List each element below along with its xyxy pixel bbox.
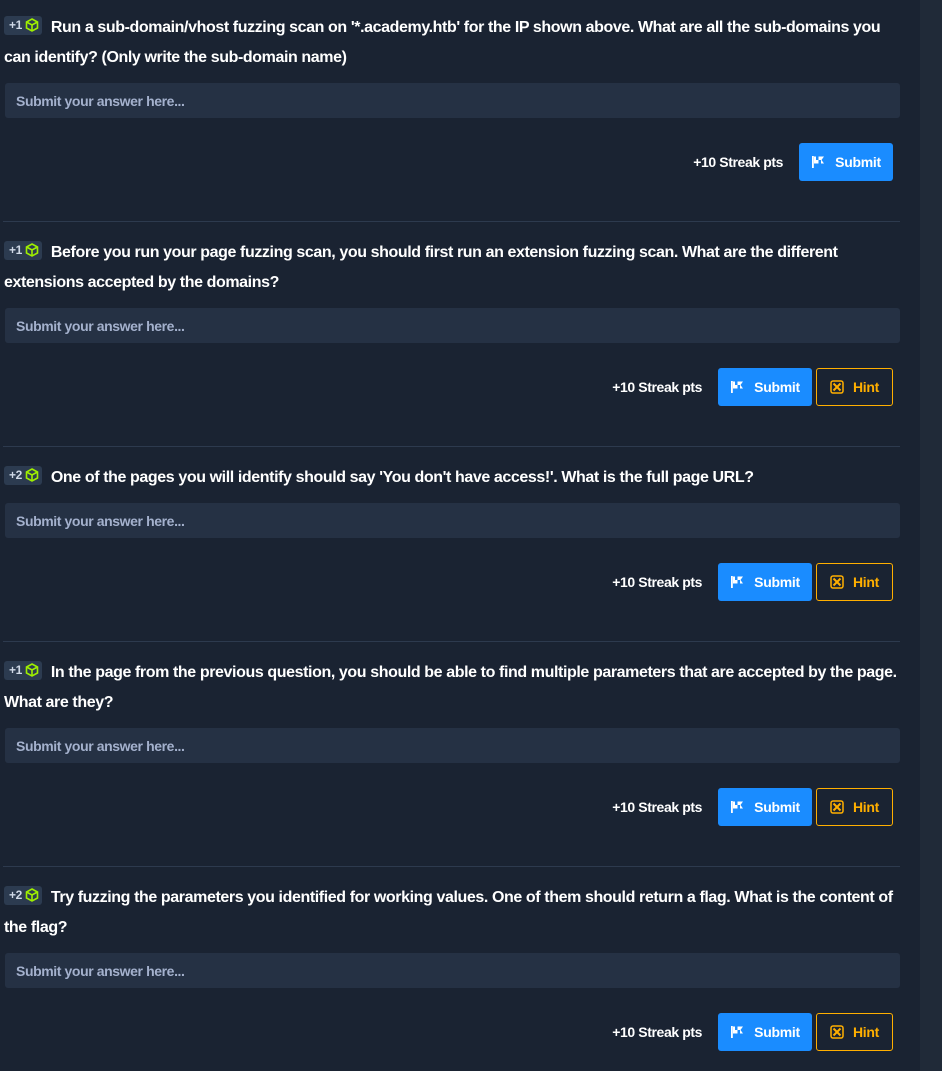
answer-input[interactable] [5,83,900,118]
cube-icon [25,468,39,483]
answer-actions: +10 Streak pts Submit Hint [612,788,893,826]
points-badge: +2 [4,886,42,906]
cube-icon [25,18,39,33]
question-label: One of the pages you will identify shoul… [50,469,754,486]
flag-icon [731,1026,744,1038]
answer-input[interactable] [5,503,900,538]
streak-points: +10 Streak pts [612,574,702,590]
question-text: +1 Run a sub-domain/vhost fuzzing scan on… [4,13,900,73]
streak-points: +10 Streak pts [612,1024,702,1040]
submit-button[interactable]: Submit [718,1013,812,1051]
cube-icon [25,663,39,678]
question-divider [3,221,900,222]
hint-button[interactable]: Hint [816,788,893,826]
answer-input[interactable] [5,308,900,343]
question-label: Before you run your page fuzzing scan, y… [4,244,838,291]
hint-icon [830,800,844,814]
points-badge: +2 [4,466,42,486]
hint-icon [830,575,844,589]
answer-actions: +10 Streak pts Submit Hint [612,1013,893,1051]
answer-actions: +10 Streak pts Submit [693,143,893,181]
answer-input[interactable] [5,953,900,988]
question-label: Try fuzzing the parameters you identifie… [4,889,893,936]
question-text: +1 Before you run your page fuzzing scan,… [4,238,900,298]
answer-actions: +10 Streak pts Submit Hint [612,563,893,601]
flag-icon [731,801,744,813]
answer-actions: +10 Streak pts Submit Hint [612,368,893,406]
hint-button[interactable]: Hint [816,368,893,406]
submit-button[interactable]: Submit [718,788,812,826]
hint-button[interactable]: Hint [816,563,893,601]
question-divider [3,446,900,447]
question-label: Run a sub-domain/vhost fuzzing scan on '… [4,19,881,66]
questions-panel: +1 Run a sub-domain/vhost fuzzing scan on… [0,0,920,1071]
points-badge: +1 [4,661,42,681]
streak-points: +10 Streak pts [612,799,702,815]
hint-icon [830,1025,844,1039]
scrollbar[interactable] [920,0,942,1071]
cube-icon [25,243,39,258]
cube-icon [25,888,39,903]
flag-icon [812,156,825,168]
submit-button[interactable]: Submit [718,563,812,601]
answer-input[interactable] [5,728,900,763]
submit-button[interactable]: Submit [718,368,812,406]
hint-button[interactable]: Hint [816,1013,893,1051]
points-badge: +1 [4,16,42,36]
submit-button[interactable]: Submit [799,143,893,181]
question-text: +2 One of the pages you will identify sho… [4,463,900,493]
hint-icon [830,380,844,394]
question-text: +1 In the page from the previous question… [4,658,900,718]
points-badge: +1 [4,241,42,261]
question-text: +2 Try fuzzing the parameters you identif… [4,883,900,943]
flag-icon [731,381,744,393]
streak-points: +10 Streak pts [693,154,783,170]
streak-points: +10 Streak pts [612,379,702,395]
question-divider [3,641,900,642]
question-divider [3,866,900,867]
flag-icon [731,576,744,588]
question-label: In the page from the previous question, … [4,664,897,711]
